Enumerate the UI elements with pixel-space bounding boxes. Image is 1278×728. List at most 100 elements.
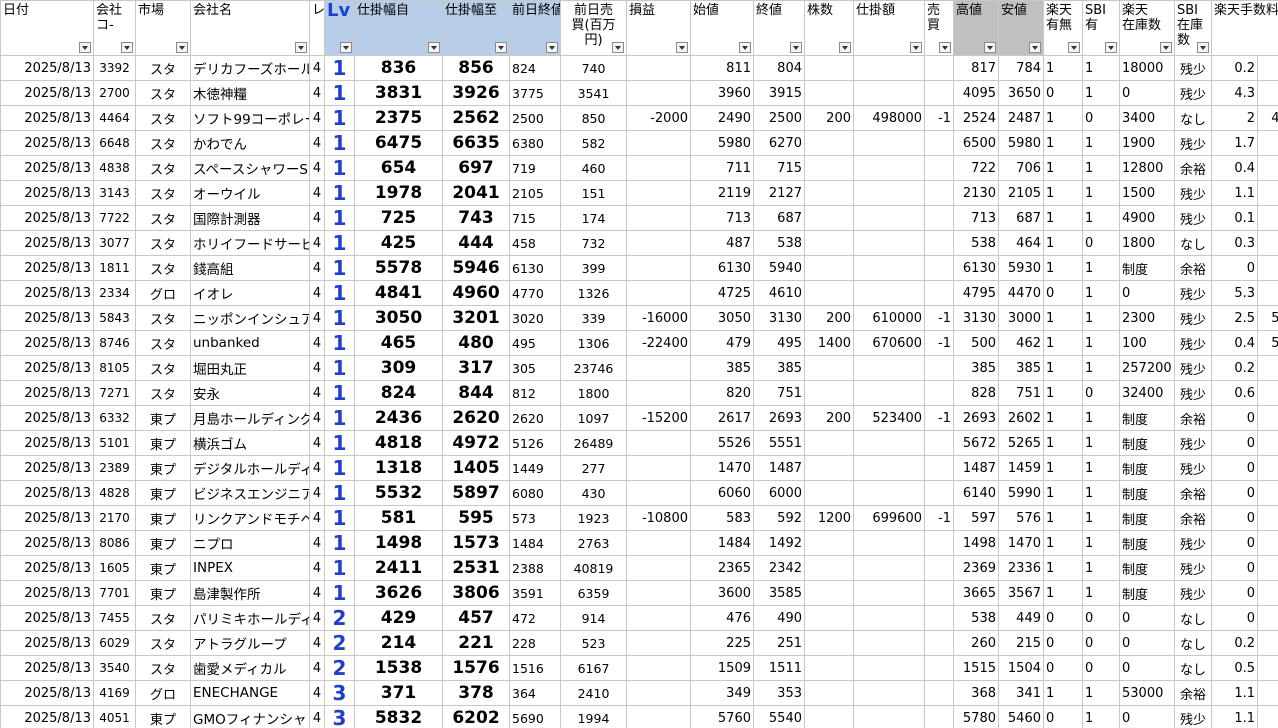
table-cell[interactable]: 1470 [998, 530, 1044, 556]
table-cell[interactable]: 6359 [560, 580, 627, 606]
table-cell[interactable]: 811 [690, 55, 754, 81]
table-cell[interactable]: 1 [1043, 230, 1083, 256]
table-cell[interactable]: 1 [1043, 355, 1083, 381]
table-cell[interactable] [804, 205, 854, 231]
table-row[interactable]: 2025/8/13 5101 東プ 横浜ゴム 4 1 4818 4972 5126 26489 55… [0, 430, 1278, 456]
table-cell[interactable]: 12800 [1119, 155, 1175, 181]
table-cell[interactable]: スタ [135, 605, 191, 631]
table-row[interactable]: 2025/8/13 2700 スタ 木徳神糧 4 1 3831 3926 3775 3541 396… [0, 80, 1278, 106]
table-cell[interactable]: 732 [560, 230, 627, 256]
table-cell[interactable] [924, 230, 954, 256]
table-cell[interactable]: 743 [442, 205, 510, 231]
table-cell[interactable] [804, 155, 854, 181]
table-cell[interactable]: 2025/8/13 [0, 105, 94, 131]
table-cell[interactable]: 472 [509, 605, 561, 631]
table-row[interactable]: 2025/8/13 4051 東プ GMOフィナンシャ 4 3 5832 6202 5690 19… [0, 705, 1278, 728]
table-cell[interactable]: 0.4 [1211, 155, 1258, 181]
table-cell[interactable]: 53000 [1119, 680, 1175, 706]
table-cell[interactable]: 2025/8/13 [0, 480, 94, 506]
table-cell[interactable]: 2300 [1119, 305, 1175, 331]
table-cell[interactable] [626, 555, 691, 581]
table-row[interactable]: 2025/8/13 3392 スタ デリカフーズホール 4 1 836 856 824 740 81… [0, 55, 1278, 81]
table-cell[interactable]: 595 [442, 505, 510, 531]
table-row[interactable]: 2025/8/13 4828 東プ ビジネスエンジニア 4 1 5532 5897 6080 43… [0, 480, 1278, 506]
table-cell[interactable]: 722 [953, 155, 999, 181]
table-cell[interactable]: 堀田丸正 [190, 355, 310, 381]
table-cell[interactable]: 6635 [442, 130, 510, 156]
table-cell[interactable]: 4 [309, 80, 325, 106]
table-cell[interactable]: 0 [1256, 680, 1278, 706]
table-cell[interactable]: 0 [1256, 380, 1278, 406]
table-cell[interactable]: 5126 [509, 430, 561, 456]
table-cell[interactable]: 0 [1256, 455, 1278, 481]
table-cell[interactable]: 1 [1043, 330, 1083, 356]
table-cell[interactable]: イオレ [190, 280, 310, 306]
table-cell[interactable]: 1 [1043, 155, 1083, 181]
table-cell[interactable]: 1 [324, 480, 355, 506]
table-cell[interactable]: 3650 [998, 80, 1044, 106]
table-cell[interactable] [626, 80, 691, 106]
table-cell[interactable]: 804 [753, 55, 805, 81]
table-cell[interactable]: 687 [998, 205, 1044, 231]
table-cell[interactable]: 2500 [509, 105, 561, 131]
table-cell[interactable]: 余裕 [1174, 255, 1212, 281]
table-cell[interactable]: 487 [690, 230, 754, 256]
table-cell[interactable]: 5897 [442, 480, 510, 506]
table-cell[interactable]: 1 [324, 355, 355, 381]
table-cell[interactable]: 0.2 [1211, 55, 1258, 81]
table-cell[interactable]: 1318 [354, 455, 443, 481]
table-cell[interactable]: 1 [1043, 430, 1083, 456]
table-cell[interactable]: 339 [560, 305, 627, 331]
table-cell[interactable] [924, 55, 954, 81]
table-cell[interactable]: 4 [309, 480, 325, 506]
table-cell[interactable]: 1487 [753, 455, 805, 481]
table-cell[interactable]: 余裕 [1174, 480, 1212, 506]
table-cell[interactable]: 444 [442, 230, 510, 256]
table-cell[interactable]: 東プ [135, 530, 191, 556]
table-cell[interactable]: 1800 [560, 380, 627, 406]
table-row[interactable]: 2025/8/13 2334 グロ イオレ 4 1 4841 4960 4770 1326 4725… [0, 280, 1278, 306]
table-cell[interactable] [853, 355, 925, 381]
table-cell[interactable] [804, 355, 854, 381]
table-cell[interactable]: 523 [560, 630, 627, 656]
table-cell[interactable]: 1492 [753, 530, 805, 556]
table-cell[interactable]: スタ [135, 180, 191, 206]
filter-dropdown-icon[interactable] [939, 42, 951, 53]
table-cell[interactable] [924, 555, 954, 581]
table-cell[interactable]: 2025/8/13 [0, 655, 94, 681]
table-cell[interactable]: 0 [1256, 55, 1278, 81]
table-cell[interactable] [853, 205, 925, 231]
table-cell[interactable]: 2617 [690, 405, 754, 431]
table-cell[interactable]: 4 [309, 130, 325, 156]
table-cell[interactable]: 4 [309, 630, 325, 656]
table-cell[interactable]: 1 [324, 330, 355, 356]
table-cell[interactable]: 538 [953, 230, 999, 256]
table-cell[interactable]: 残少 [1174, 305, 1212, 331]
table-cell[interactable]: 1 [1043, 55, 1083, 81]
table-cell[interactable] [804, 455, 854, 481]
table-cell[interactable]: 1 [1082, 355, 1120, 381]
table-cell[interactable]: 4900 [1119, 205, 1175, 231]
table-cell[interactable]: なし [1174, 630, 1212, 656]
table-cell[interactable]: 0 [1256, 430, 1278, 456]
table-cell[interactable]: 697 [442, 155, 510, 181]
table-cell[interactable]: 5672 [953, 430, 999, 456]
table-row[interactable]: 2025/8/13 3077 スタ ホリイフードサービ 4 1 425 444 458 732 48… [0, 230, 1278, 256]
filter-dropdown-icon[interactable] [984, 42, 996, 53]
table-cell[interactable]: 東プ [135, 430, 191, 456]
table-cell[interactable]: 400 [1256, 105, 1278, 131]
table-cell[interactable]: 820 [690, 380, 754, 406]
table-cell[interactable]: 1538 [354, 655, 443, 681]
table-cell[interactable]: 844 [442, 380, 510, 406]
table-cell[interactable]: 6332 [93, 405, 136, 431]
table-cell[interactable]: 582 [560, 130, 627, 156]
table-cell[interactable]: 4 [309, 180, 325, 206]
table-cell[interactable]: 5940 [753, 255, 805, 281]
table-cell[interactable]: 余裕 [1174, 155, 1212, 181]
table-cell[interactable]: 592 [753, 505, 805, 531]
table-cell[interactable]: -1 [924, 105, 954, 131]
table-cell[interactable]: 260 [953, 630, 999, 656]
table-cell[interactable]: 1 [1043, 530, 1083, 556]
table-cell[interactable]: 0 [1211, 255, 1258, 281]
table-cell[interactable]: 1484 [690, 530, 754, 556]
